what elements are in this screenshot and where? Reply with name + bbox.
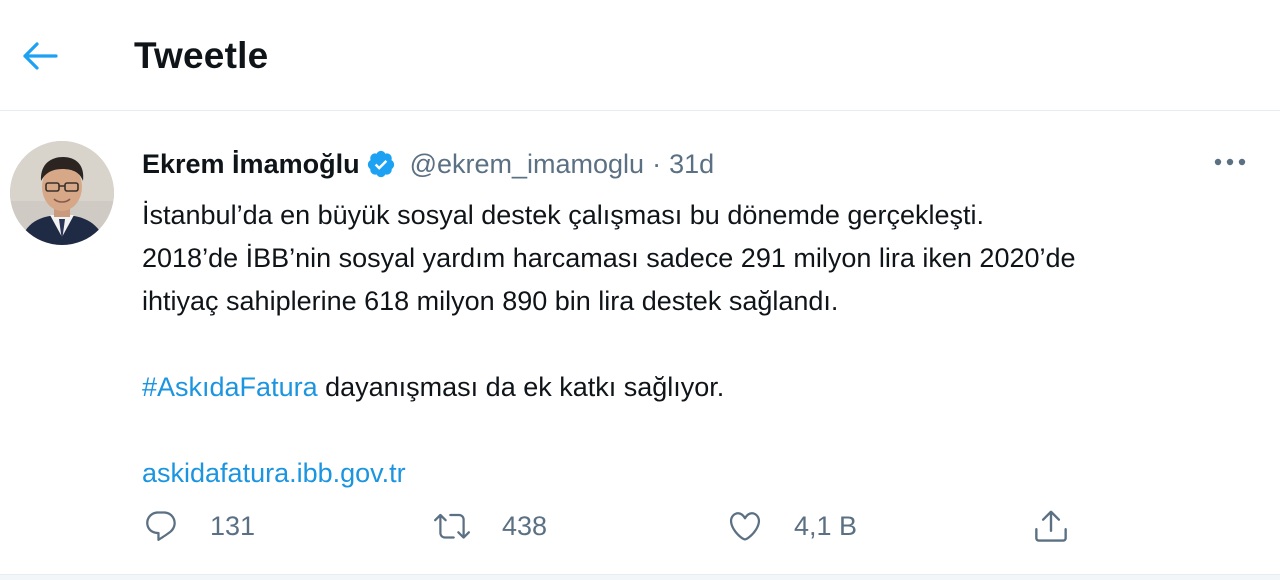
retweet-count: 438 [502,510,548,541]
tweet[interactable]: Ekrem İmamoğlu @ekrem_imamoglu · 31d İst… [0,112,1280,574]
author-row: Ekrem İmamoğlu @ekrem_imamoglu · 31d [142,144,714,184]
back-button[interactable] [18,34,62,78]
verified-badge-icon [366,149,396,179]
tweet-hashtag-line: #AskıdaFatura dayanışması da ek katkı sa… [142,366,1267,409]
heart-icon [729,512,761,541]
retweet-button[interactable]: 438 [432,504,547,548]
tweet-text-line: ihtiyaç sahiplerine 618 milyon 890 bin l… [142,286,839,316]
reply-button[interactable]: 131 [142,504,255,548]
tweet-text-line: İstanbul’da en büyük sosyal destek çalış… [142,200,984,230]
url-link[interactable]: askidafatura.ibb.gov.tr [142,458,406,488]
more-dots-icon [1214,158,1246,166]
author-handle[interactable]: @ekrem_imamoglu [410,149,644,180]
tweet-text: İstanbul’da en büyük sosyal destek çalış… [142,194,1267,495]
avatar-image [10,141,114,245]
like-button[interactable]: 4,1 B [726,504,857,548]
retweet-icon [434,513,470,539]
action-bar: 131 438 4,1 B [142,504,1082,548]
reply-icon [146,511,176,541]
more-button[interactable] [1208,142,1252,182]
hashtag-link[interactable]: #AskıdaFatura [142,372,318,402]
divider [0,574,1280,580]
tweet-time[interactable]: 31d [669,149,714,180]
share-button[interactable] [1032,504,1070,548]
hashtag-line-text: dayanışması da ek katkı sağlıyor. [317,372,725,402]
tweet-url-line: askidafatura.ibb.gov.tr [142,452,1267,495]
author-name[interactable]: Ekrem İmamoğlu [142,149,360,180]
arrow-left-icon [23,42,58,70]
separator: · [652,148,662,179]
header: Tweetle [0,0,1280,111]
page-title: Tweetle [134,35,269,76]
avatar[interactable] [10,141,114,245]
share-icon [1035,510,1067,542]
tweet-text-line: 2018’de İBB’nin sosyal yardım harcaması … [142,243,1076,273]
like-count: 4,1 B [794,510,858,541]
reply-count: 131 [210,510,256,541]
